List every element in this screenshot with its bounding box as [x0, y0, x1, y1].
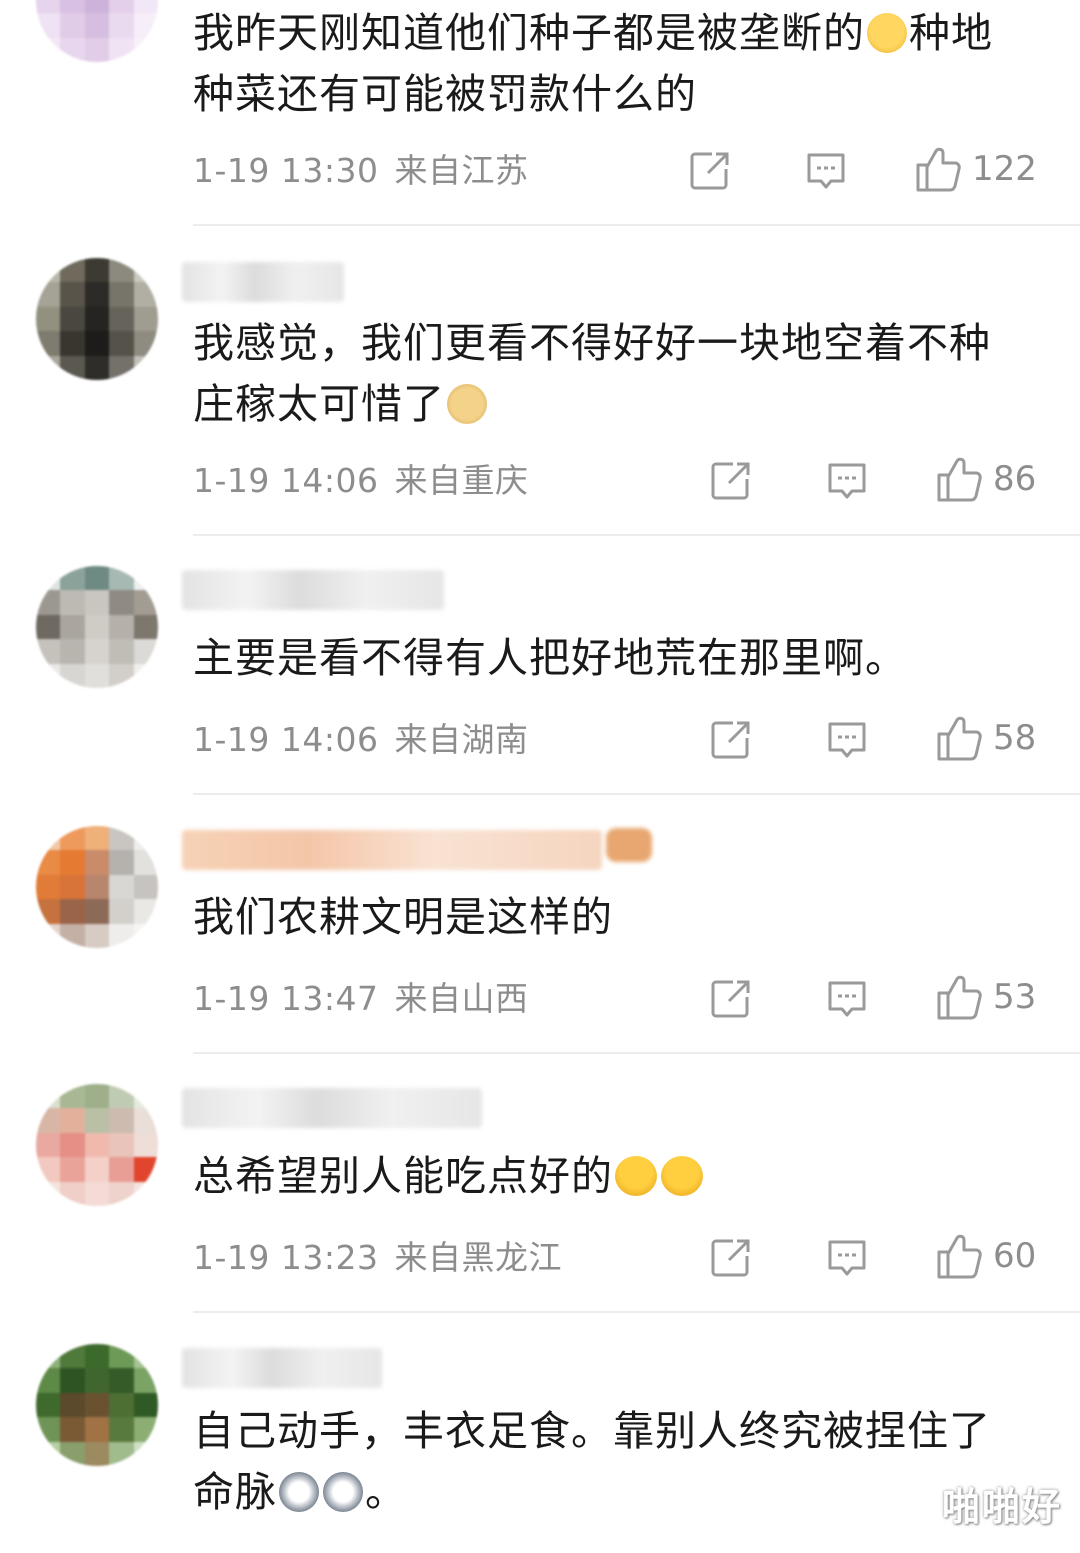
- username[interactable]: [182, 262, 344, 302]
- laugh-cry-emoji: [867, 13, 907, 53]
- like-button[interactable]: 86: [935, 456, 1036, 502]
- user-avatar[interactable]: [36, 1344, 158, 1466]
- comment-time: 1-19 13:47: [193, 979, 379, 1018]
- comment-text: 我们农耕文明是这样的: [193, 893, 613, 941]
- crown-icon: [606, 828, 652, 862]
- watermark: 啪啪好: [941, 1485, 1062, 1529]
- share-button[interactable]: [709, 717, 753, 763]
- thumbs-up-icon: [916, 147, 961, 192]
- comment-meta: 1-19 14:06 来自重庆: [193, 461, 529, 501]
- share-button[interactable]: [709, 458, 753, 504]
- comment-text: 我昨天刚知道他们种子都是被垄断的 种地种菜还有可能被罚款什么的: [193, 9, 993, 118]
- thumbs-up-icon: [937, 1234, 982, 1279]
- comment-icon: [828, 981, 866, 1017]
- reply-button[interactable]: [825, 1235, 869, 1281]
- reply-button[interactable]: [804, 148, 848, 194]
- share-icon: [711, 462, 750, 500]
- like-count: 86: [993, 459, 1037, 499]
- comment-location: 来自山西: [394, 979, 529, 1018]
- username[interactable]: [182, 830, 602, 870]
- comment-location: 来自江苏: [394, 151, 529, 190]
- shrug-emoji: [661, 1156, 703, 1196]
- shrug-emoji: [615, 1156, 657, 1196]
- share-icon: [711, 980, 750, 1018]
- like-button[interactable]: 60: [935, 1233, 1036, 1279]
- like-button[interactable]: 53: [935, 974, 1036, 1020]
- like-count: 122: [972, 149, 1037, 189]
- comment-meta: 1-19 14:06 来自湖南: [193, 720, 529, 760]
- thumbs-up-icon: [937, 716, 982, 761]
- thumbs-up-icon: [937, 457, 982, 502]
- like-count: 53: [993, 977, 1037, 1017]
- share-button[interactable]: [709, 976, 753, 1022]
- comment-meta: 1-19 13:30 来自江苏: [193, 151, 529, 191]
- comment-icon: [828, 1240, 866, 1276]
- divider: [193, 793, 1080, 795]
- username[interactable]: [182, 1088, 482, 1128]
- divider: [193, 1311, 1080, 1313]
- comment-meta: 1-19 13:47 来自山西: [193, 979, 529, 1019]
- comment-meta: 1-19 13:23 来自黑龙江: [193, 1238, 562, 1278]
- comment-location: 来自黑龙江: [394, 1238, 562, 1277]
- share-icon: [711, 1239, 750, 1277]
- comment-location: 来自湖南: [394, 720, 529, 759]
- user-avatar[interactable]: [36, 826, 158, 948]
- user-avatar[interactable]: [36, 258, 158, 380]
- comment-text: 总希望别人能吃点好的: [193, 1146, 1023, 1207]
- reply-button[interactable]: [825, 458, 869, 504]
- comment-location: 来自重庆: [394, 461, 529, 500]
- share-button[interactable]: [688, 148, 732, 194]
- doge-emoji: [447, 384, 487, 424]
- user-avatar[interactable]: [36, 566, 158, 688]
- comment-icon: [807, 153, 845, 189]
- divider: [193, 1052, 1080, 1054]
- share-button[interactable]: [709, 1235, 753, 1281]
- like-button[interactable]: 122: [914, 146, 1037, 192]
- comment-text: 我感觉，我们更看不得好好一块地空着不种庄稼太可惜了: [193, 319, 991, 428]
- comment-time: 1-19 14:06: [193, 461, 379, 500]
- reply-button[interactable]: [825, 717, 869, 763]
- comment-icon: [828, 463, 866, 499]
- share-icon: [711, 721, 750, 759]
- share-icon: [690, 152, 729, 190]
- husky-emoji: [323, 1472, 363, 1512]
- comment-time: 1-19 13:30: [193, 151, 379, 190]
- husky-emoji: [279, 1472, 319, 1512]
- reply-button[interactable]: [825, 976, 869, 1022]
- username[interactable]: [182, 570, 444, 610]
- comment-text: 主要是看不得有人把好地荒在那里啊。: [193, 634, 907, 682]
- comment-time: 1-19 14:06: [193, 720, 379, 759]
- username[interactable]: [182, 1348, 382, 1388]
- user-avatar[interactable]: [36, 0, 158, 62]
- like-count: 58: [993, 718, 1037, 758]
- divider: [193, 534, 1080, 536]
- comment-time: 1-19 13:23: [193, 1238, 379, 1277]
- user-avatar[interactable]: [36, 1084, 158, 1206]
- comment-text: 自己动手，丰衣足食。靠别人终究被捏住了命脉。: [193, 1407, 991, 1516]
- comment-icon: [828, 722, 866, 758]
- divider: [193, 224, 1080, 226]
- like-button[interactable]: 58: [935, 715, 1036, 761]
- like-count: 60: [993, 1236, 1037, 1276]
- thumbs-up-icon: [937, 975, 982, 1020]
